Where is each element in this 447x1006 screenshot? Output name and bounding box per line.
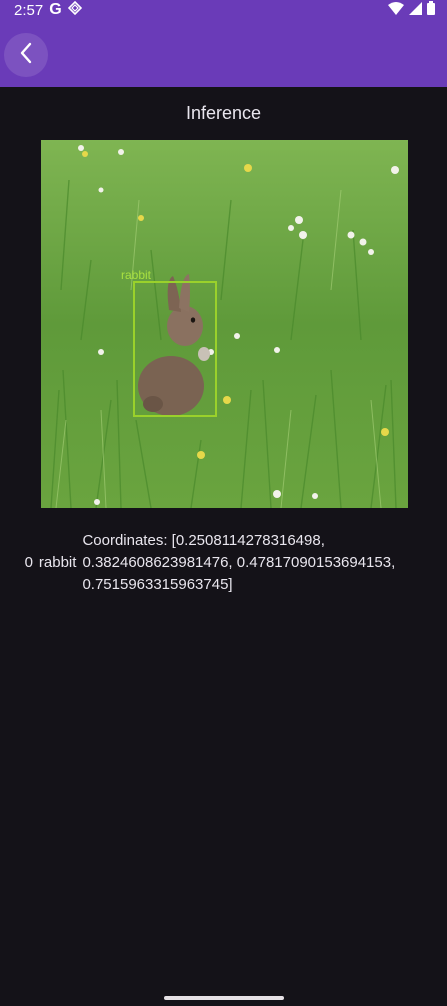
google-icon: G: [49, 1, 62, 18]
detection-box-label: rabbit: [121, 268, 152, 282]
chevron-left-icon: [19, 42, 33, 69]
result-index: 0: [24, 554, 33, 571]
status-bar: 2:57 G: [0, 0, 447, 20]
diamond-app-icon: [67, 0, 82, 19]
rabbit-photo: [41, 140, 408, 508]
result-item: 0 rabbit Coordinates: [0.250811427831649…: [0, 530, 447, 596]
back-button[interactable]: [4, 33, 48, 77]
status-right: [388, 1, 435, 19]
status-time: 2:57: [14, 1, 44, 19]
status-left: 2:57 G: [14, 0, 82, 19]
home-indicator[interactable]: [164, 996, 284, 1000]
wifi-icon: [388, 1, 404, 19]
result-coordinates: Coordinates: [0.2508114278316498, 0.3824…: [82, 532, 396, 593]
app-bar: [0, 20, 447, 87]
signal-icon: [409, 1, 422, 19]
detection-bounding-box: [133, 281, 217, 417]
battery-icon: [427, 1, 435, 19]
detection-image: rabbit: [41, 140, 408, 508]
result-class-name: rabbit: [38, 554, 77, 571]
page-title: Inference: [185, 103, 262, 123]
